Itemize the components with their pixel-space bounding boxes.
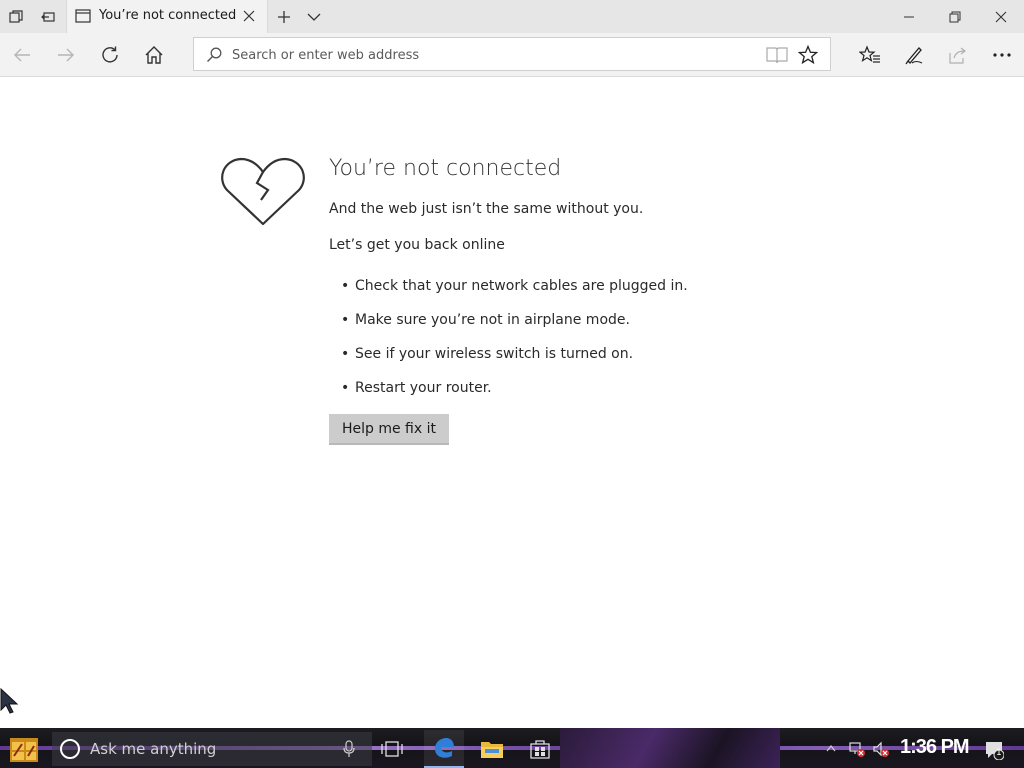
address-input[interactable] xyxy=(232,45,752,65)
page-icon xyxy=(75,9,91,23)
search-placeholder: Ask me anything xyxy=(90,740,217,758)
home-button[interactable] xyxy=(136,37,172,73)
restore-button[interactable] xyxy=(932,0,978,33)
web-note-pen-icon[interactable] xyxy=(896,37,932,73)
refresh-button[interactable] xyxy=(92,37,128,73)
tab-strip: You’re not connected xyxy=(0,0,1024,33)
edge-browser-icon[interactable] xyxy=(424,730,464,768)
close-tab-icon[interactable] xyxy=(241,8,257,24)
cortana-icon xyxy=(60,739,80,759)
section-heading: Let’s get you back online xyxy=(329,237,505,253)
page-title: You’re not connected xyxy=(329,156,562,181)
start-button-icon[interactable] xyxy=(8,736,40,764)
reading-view-icon[interactable] xyxy=(766,46,788,64)
tab-preview-icon[interactable] xyxy=(0,0,32,33)
tab-title: You’re not connected xyxy=(99,8,237,23)
volume-muted-icon[interactable] xyxy=(872,740,890,758)
tip-text: Restart your router. xyxy=(355,380,492,396)
bullet-icon: • xyxy=(341,278,350,294)
list-item: • Restart your router. xyxy=(341,380,688,414)
navigation-toolbar xyxy=(0,33,1024,77)
file-explorer-icon[interactable] xyxy=(472,730,512,768)
bullet-icon: • xyxy=(341,380,350,396)
taskbar-clock[interactable]: 1:36 PM xyxy=(900,736,970,759)
chevron-down-icon[interactable] xyxy=(298,0,330,33)
store-icon[interactable] xyxy=(520,730,560,768)
help-me-fix-it-button[interactable]: Help me fix it xyxy=(329,414,449,445)
back-button[interactable] xyxy=(4,37,40,73)
notification-count: 1 xyxy=(996,748,1002,758)
tip-text: See if your wireless switch is turned on… xyxy=(355,346,634,362)
tip-text: Make sure you’re not in airplane mode. xyxy=(355,312,630,328)
bullet-icon: • xyxy=(341,312,350,328)
list-item: • Make sure you’re not in airplane mode. xyxy=(341,312,688,346)
task-view-icon[interactable] xyxy=(372,730,412,768)
subtitle-text: And the web just isn’t the same without … xyxy=(329,201,644,217)
add-favorite-star-icon[interactable] xyxy=(798,45,818,65)
mouse-cursor-icon xyxy=(0,688,19,714)
list-item: • See if your wireless switch is turned o… xyxy=(341,346,688,380)
minimize-button[interactable] xyxy=(886,0,932,33)
more-options-icon[interactable] xyxy=(984,37,1020,73)
share-icon[interactable] xyxy=(940,37,976,73)
page-content: You’re not connected And the web just is… xyxy=(0,78,1024,728)
address-bar[interactable] xyxy=(193,37,831,71)
microphone-icon[interactable] xyxy=(342,740,356,758)
cortana-search-box[interactable]: Ask me anything xyxy=(52,732,372,766)
list-item: • Check that your network cables are plug… xyxy=(341,278,688,312)
set-tabs-aside-icon[interactable] xyxy=(32,0,64,33)
active-tab[interactable]: You’re not connected xyxy=(66,0,268,33)
forward-button[interactable] xyxy=(48,37,84,73)
troubleshooting-list: • Check that your network cables are plug… xyxy=(341,278,688,414)
tip-text: Check that your network cables are plugg… xyxy=(355,278,688,294)
hub-favorites-icon[interactable] xyxy=(852,37,888,73)
show-hidden-icons-chevron-icon[interactable] xyxy=(826,744,836,752)
bullet-icon: • xyxy=(341,346,350,362)
new-tab-icon[interactable] xyxy=(268,0,300,33)
network-disconnected-icon[interactable] xyxy=(848,740,866,758)
close-window-button[interactable] xyxy=(978,0,1024,33)
search-icon xyxy=(207,47,222,62)
taskbar-wallpaper-decoration xyxy=(560,728,780,768)
broken-heart-icon xyxy=(221,157,305,226)
